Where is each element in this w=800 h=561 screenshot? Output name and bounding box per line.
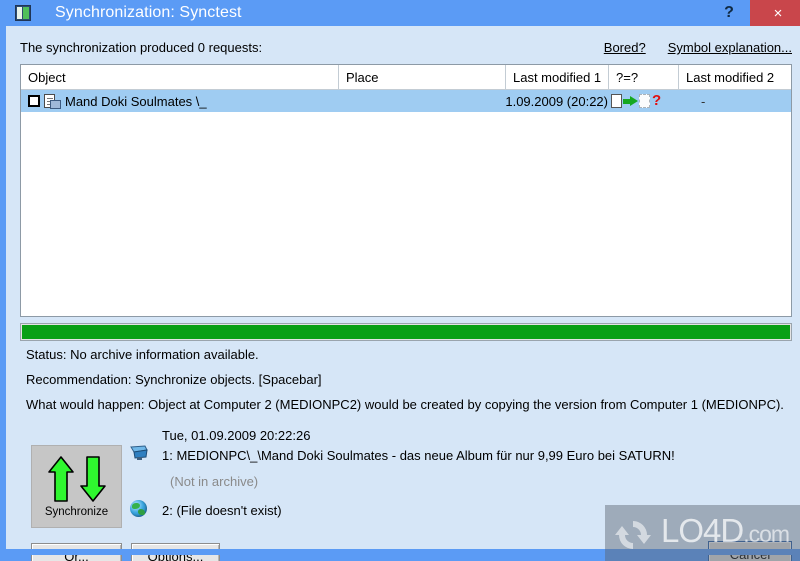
green-arrow-right-icon xyxy=(623,94,638,108)
symbol-explanation-link[interactable]: Symbol explanation... xyxy=(668,40,792,55)
column-header-object[interactable]: Object xyxy=(21,65,339,89)
synchronization-dialog: Synchronization: Synctest ? × The synchr… xyxy=(0,0,800,561)
cell-comparison-symbols: ? xyxy=(609,90,679,112)
document-folder-icon xyxy=(44,93,61,109)
synchronize-button[interactable]: Synchronize xyxy=(31,445,122,528)
progress-bar-fill xyxy=(22,325,790,339)
window-title: Synchronization: Synctest xyxy=(55,4,242,21)
detail-timestamp: Tue, 01.09.2009 20:22:26 xyxy=(162,428,311,443)
screenshot-root: Synchronization: Synctest ? × The synchr… xyxy=(0,0,800,561)
computer-icon xyxy=(130,445,148,460)
listview-header: Object Place Last modified 1 ?=? Last mo… xyxy=(21,65,791,90)
column-header-last-modified-2[interactable]: Last modified 2 xyxy=(679,65,791,89)
summary-text: The synchronization produced 0 requests: xyxy=(20,40,263,55)
globe-icon xyxy=(130,500,147,517)
what-would-happen-text: What would happen: Object at Computer 2 … xyxy=(26,397,784,412)
synchronize-button-label: Synchronize xyxy=(44,506,109,518)
title-bar: Synchronization: Synctest ? × xyxy=(6,0,800,26)
column-header-place[interactable]: Place xyxy=(339,65,506,89)
detail-line-1-note: (Not in archive) xyxy=(170,474,259,489)
cell-object[interactable]: Mand Doki Soulmates \_ xyxy=(21,90,339,112)
detail-line-1: 1: MEDIONPC\_\Mand Doki Soulmates - das … xyxy=(162,448,675,463)
sync-arrows-icon xyxy=(47,456,106,502)
cell-last-modified-1: 01.09.2009 (20:22) xyxy=(506,93,608,109)
close-button[interactable]: × xyxy=(750,0,800,26)
document-icon xyxy=(611,94,622,108)
last-modified-2-value: - xyxy=(701,93,706,109)
table-row[interactable]: Mand Doki Soulmates \_ 01.09.2009 (20:22… xyxy=(21,90,791,112)
recommendation-text: Recommendation: Synchronize objects. [Sp… xyxy=(26,372,322,387)
summary-row: The synchronization produced 0 requests:… xyxy=(20,40,792,58)
red-question-icon: ? xyxy=(652,92,662,109)
dialog-body: The synchronization produced 0 requests:… xyxy=(12,26,800,561)
progress-bar xyxy=(20,323,792,341)
requests-listview[interactable]: Object Place Last modified 1 ?=? Last mo… xyxy=(20,64,792,317)
app-window-icon xyxy=(15,5,31,21)
cell-place xyxy=(339,90,506,112)
column-header-comparison[interactable]: ?=? xyxy=(609,65,679,89)
cell-last-modified-2: - xyxy=(679,90,791,112)
window-bottom-border xyxy=(6,549,800,555)
row-checkbox[interactable] xyxy=(28,95,40,107)
symbol-group: ? xyxy=(611,92,662,109)
detail-line-2: 2: (File doesn't exist) xyxy=(162,503,282,518)
bored-link[interactable]: Bored? xyxy=(604,40,646,55)
detail-pane: Tue, 01.09.2009 20:22:26 1: MEDIONPC\_\M… xyxy=(124,426,784,531)
document-missing-icon xyxy=(639,94,650,108)
status-text: Status: No archive information available… xyxy=(26,347,259,362)
help-button[interactable]: ? xyxy=(708,0,750,26)
column-header-last-modified-1[interactable]: Last modified 1 xyxy=(506,65,609,89)
row-object-label: Mand Doki Soulmates \_ xyxy=(65,93,207,109)
